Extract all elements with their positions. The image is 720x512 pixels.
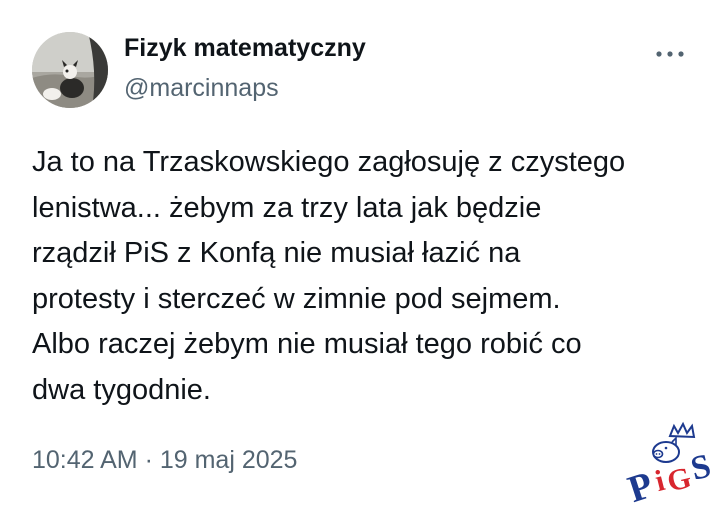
author-handle[interactable]: @marcinnaps <box>124 74 279 103</box>
more-horizontal-icon <box>656 51 684 57</box>
tweet-text-line: Ja to na Trzaskowskiego zagłosuję z czys… <box>32 146 626 178</box>
author-name[interactable]: Fizyk matematyczny <box>124 34 366 63</box>
tweet-text-line: rządził PiS z Konfą nie musiał łazić na <box>32 237 521 269</box>
avatar[interactable] <box>32 32 108 108</box>
pigs-logo: P i G S <box>623 420 720 511</box>
pig-crown-logo-icon: P i G S <box>623 421 715 511</box>
more-options-button[interactable] <box>650 42 690 66</box>
timestamp[interactable]: 10:42 AM · 19 maj 2025 <box>32 446 297 475</box>
tweet-card: Fizyk matematyczny @marcinnaps Ja to na … <box>0 0 720 511</box>
tweet-text-line: lenistwa... żebym za trzy lata jak będzi… <box>32 191 542 224</box>
tweet-text-line: protesty i sterczeć w zimnie pod sejmem. <box>32 282 561 315</box>
tweet-text-line: Albo raczej żebym nie musiał tego robić … <box>32 328 582 360</box>
tweet-text: Ja to na Trzaskowskiego zagłosuję z czys… <box>32 140 702 413</box>
tweet-text-line: dwa tygodnie. <box>32 373 211 406</box>
avatar-image <box>32 32 108 108</box>
